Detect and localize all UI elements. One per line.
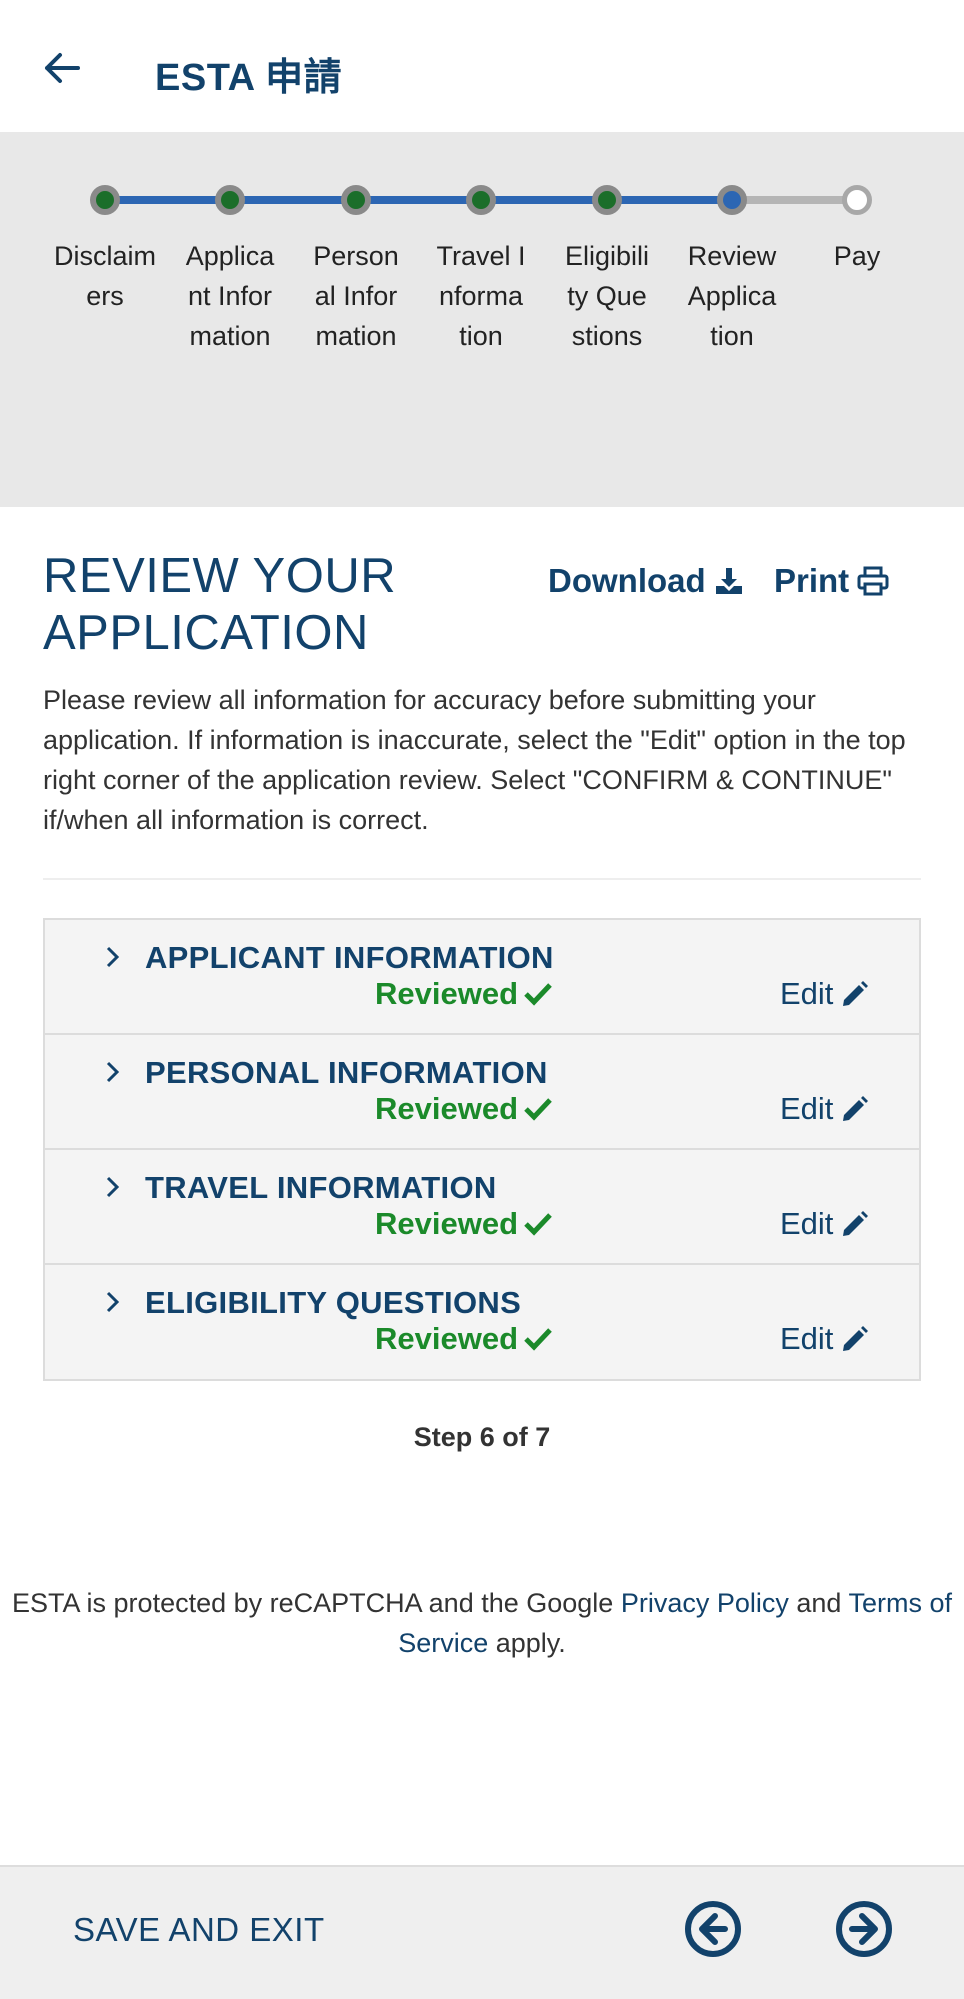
progress-track-filled [105, 196, 732, 204]
reviewed-label: Reviewed [375, 1321, 519, 1356]
reviewed-label: Reviewed [375, 1091, 519, 1126]
app-header: ESTA 申請 [0, 0, 964, 132]
accordion-eligibility-questions[interactable]: ELIGIBILITY QUESTIONS Reviewed Edit [45, 1265, 919, 1379]
reviewed-label: Reviewed [375, 976, 519, 1011]
circle-arrow-left-icon [685, 1901, 741, 1957]
print-label: Print [774, 562, 850, 599]
recaptcha-prefix: ESTA is protected by reCAPTCHA and the G… [12, 1588, 621, 1618]
check-icon [524, 983, 552, 1006]
step-counter: Step 6 of 7 [413, 1422, 551, 1452]
section-title: TRAVEL INFORMATION [145, 1170, 497, 1205]
section-title: PERSONAL INFORMATION [145, 1055, 548, 1090]
edit-button[interactable]: Edit [780, 1321, 869, 1357]
step-dot-disclaimers [90, 185, 120, 215]
step-dot-travel-information [466, 185, 496, 215]
section-title: ELIGIBILITY QUESTIONS [145, 1285, 522, 1320]
recaptcha-suffix: apply. [488, 1628, 566, 1658]
reviewed-status: Reviewed [375, 1091, 552, 1127]
app-title: ESTA 申請 [155, 57, 343, 99]
download-label: Download [548, 562, 706, 599]
reviewed-status: Reviewed [375, 1206, 552, 1242]
download-button[interactable]: Download [548, 562, 744, 600]
arrow-left-icon [45, 53, 80, 83]
step-label-personal-information: Personal Information [313, 241, 399, 351]
chevron-right-icon [103, 1287, 123, 1317]
intro-text: Please review all information for accura… [43, 685, 906, 835]
recaptcha-middle: and [788, 1588, 849, 1618]
page-title: REVIEW YOUR APPLICATION [43, 549, 397, 660]
step-label-eligibility-questions: Eligibility Questions [564, 241, 650, 351]
edit-button[interactable]: Edit [780, 1091, 869, 1127]
chevron-right-icon [103, 942, 123, 972]
review-accordion: APPLICANT INFORMATION Reviewed Edit PERS… [43, 918, 921, 1381]
divider [43, 878, 921, 880]
check-icon [524, 1213, 552, 1236]
edit-button[interactable]: Edit [780, 1206, 869, 1242]
edit-label: Edit [780, 1206, 834, 1241]
edit-label: Edit [780, 976, 834, 1011]
next-step-button[interactable] [835, 1900, 893, 1958]
section-title: APPLICANT INFORMATION [145, 940, 554, 975]
reviewed-status: Reviewed [375, 976, 552, 1012]
save-and-exit-button[interactable]: SAVE AND EXIT [73, 1911, 325, 1949]
pencil-icon [843, 1096, 869, 1121]
step-dot-eligibility-questions [592, 185, 622, 215]
chevron-right-icon [103, 1172, 123, 1202]
accordion-applicant-information[interactable]: APPLICANT INFORMATION Reviewed Edit [45, 920, 919, 1035]
edit-label: Edit [780, 1321, 834, 1356]
previous-step-button[interactable] [684, 1900, 742, 1958]
step-label-travel-information: Travel Information [436, 241, 526, 351]
accordion-personal-information[interactable]: PERSONAL INFORMATION Reviewed Edit [45, 1035, 919, 1150]
check-icon [524, 1328, 552, 1351]
pencil-icon [843, 981, 869, 1006]
step-label-applicant-information: Applicant Information [185, 241, 275, 351]
download-icon [715, 568, 742, 594]
circle-arrow-right-icon [836, 1901, 892, 1957]
edit-button[interactable]: Edit [780, 976, 869, 1012]
pencil-icon [843, 1326, 869, 1351]
step-label-pay: Pay [833, 241, 881, 271]
step-dot-review-application [717, 185, 747, 215]
edit-label: Edit [780, 1091, 834, 1126]
printer-icon [857, 566, 889, 596]
bottom-action-bar: SAVE AND EXIT [0, 1865, 964, 1999]
check-icon [524, 1098, 552, 1121]
step-label-review-application: Review Application [687, 241, 777, 351]
recaptcha-notice: ESTA is protected by reCAPTCHA and the G… [10, 1583, 954, 1663]
step-dot-applicant-information [215, 185, 245, 215]
reviewed-status: Reviewed [375, 1321, 552, 1357]
step-dot-pay [842, 185, 872, 215]
pencil-icon [843, 1211, 869, 1236]
back-button[interactable] [40, 46, 84, 90]
privacy-policy-link[interactable]: Privacy Policy [621, 1588, 789, 1618]
step-label-disclaimers: Disclaimers [53, 241, 156, 311]
reviewed-label: Reviewed [375, 1206, 519, 1241]
step-dot-personal-information [341, 185, 371, 215]
print-button[interactable]: Print [774, 562, 889, 600]
accordion-travel-information[interactable]: TRAVEL INFORMATION Reviewed Edit [45, 1150, 919, 1265]
chevron-right-icon [103, 1057, 123, 1087]
